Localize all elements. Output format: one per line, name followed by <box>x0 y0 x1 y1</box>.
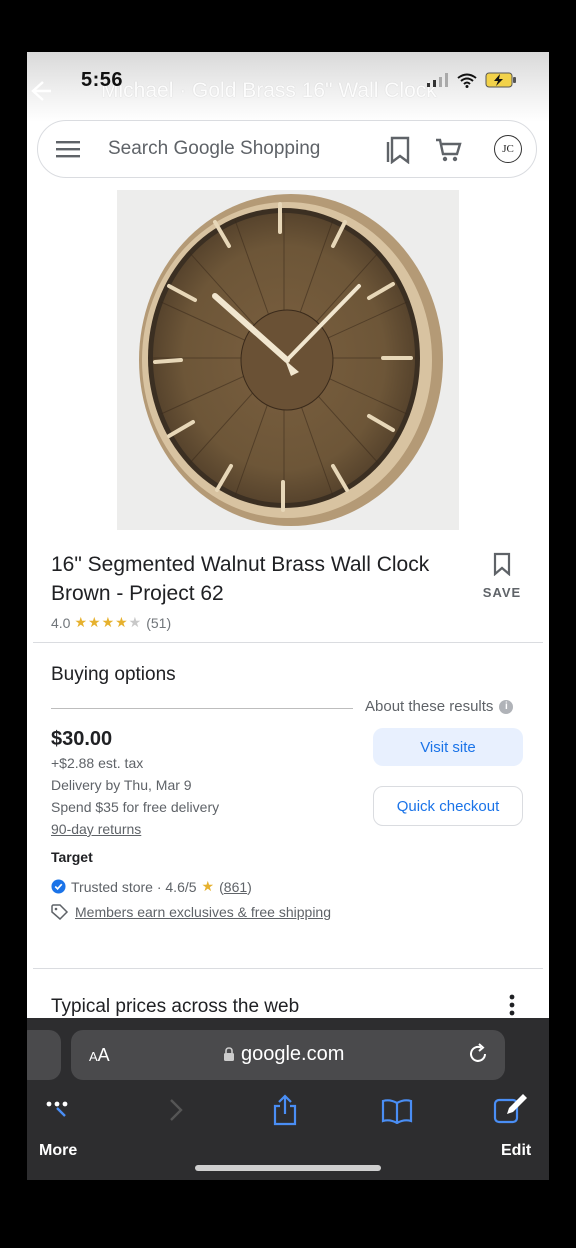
status-time: 5:56 <box>81 69 124 91</box>
visit-site-button[interactable]: Visit site <box>373 728 523 766</box>
rating-value: 4.0 <box>51 614 71 631</box>
seller-name: Target <box>51 849 93 865</box>
product-image[interactable] <box>117 190 459 530</box>
save-button[interactable]: SAVE <box>479 552 525 600</box>
browser-toolbar: AAAA google.com More <box>27 1018 549 1180</box>
free-delivery-text: Spend $35 for free delivery <box>51 799 220 815</box>
info-icon: i <box>499 699 514 714</box>
buying-options-heading: Buying options <box>51 664 176 685</box>
tag-icon <box>51 904 69 920</box>
edit-icon[interactable] <box>493 1092 529 1128</box>
home-indicator[interactable] <box>195 1165 381 1171</box>
offer-price: $30.00 <box>51 728 113 750</box>
forward-icon[interactable] <box>167 1098 185 1122</box>
members-offer-link[interactable]: Members earn exclusives & free shipping <box>75 904 331 920</box>
cellular-signal-icon <box>427 73 448 87</box>
search-input[interactable]: Search Google Shopping <box>108 138 320 160</box>
more-label[interactable]: More <box>39 1142 77 1160</box>
edit-label[interactable]: Edit <box>501 1142 531 1160</box>
wifi-icon <box>457 73 477 88</box>
back-arrow-icon[interactable] <box>27 78 53 104</box>
reload-icon[interactable] <box>467 1043 489 1065</box>
wall-clock-image <box>139 194 443 526</box>
about-results-link[interactable]: About these results i <box>365 698 514 715</box>
more-options-icon[interactable] <box>505 994 519 1016</box>
hamburger-menu-icon[interactable] <box>56 139 82 159</box>
store-review-count-link[interactable]: 861 <box>224 879 247 895</box>
delivery-text: Delivery by Thu, Mar 9 <box>51 777 192 793</box>
trusted-store-label: Trusted store · 4.6/5 <box>71 878 197 895</box>
product-title: 16" Segmented Walnut Brass Wall Clock Br… <box>51 553 430 605</box>
more-icon[interactable] <box>45 1098 75 1122</box>
tax-text: +$2.88 est. tax <box>51 755 144 771</box>
bookmarks-book-icon[interactable] <box>381 1098 413 1124</box>
rating-stars-icon: ★★★★★ <box>74 614 143 630</box>
share-icon[interactable] <box>272 1094 298 1126</box>
members-offer[interactable]: Members earn exclusives & free shipping <box>51 904 331 920</box>
save-label: SAVE <box>482 585 522 600</box>
star-icon: ★ <box>201 878 215 894</box>
verified-badge-icon <box>51 879 66 894</box>
product-rating[interactable]: 4.0 ★★★★★ (51) <box>51 614 171 631</box>
trusted-store: Trusted store · 4.6/5 ★ (861) <box>51 878 252 895</box>
bookmark-icon <box>493 552 511 577</box>
text-size-button[interactable]: AAAA <box>89 1045 110 1066</box>
saved-items-icon[interactable] <box>386 136 412 164</box>
about-results-label: About these results <box>365 698 494 715</box>
battery-charging-icon <box>485 72 516 88</box>
returns-link[interactable]: 90-day returns <box>51 821 141 837</box>
review-count: (51) <box>146 614 172 631</box>
divider <box>51 708 353 709</box>
account-avatar[interactable]: JC <box>494 135 522 163</box>
quick-checkout-button[interactable]: Quick checkout <box>373 786 523 826</box>
divider <box>33 968 543 969</box>
lock-icon <box>224 1047 234 1061</box>
page-title: Michael · Gold Brass 16" Wall Clock <box>101 79 437 102</box>
shopping-cart-icon[interactable] <box>434 136 462 164</box>
phone-screen: Michael · Gold Brass 16" Wall Clock 5:56 <box>27 52 549 1180</box>
divider <box>33 642 543 643</box>
typical-prices-heading: Typical prices across the web <box>51 996 300 1017</box>
search-bar[interactable]: Search Google Shopping JC <box>37 120 537 178</box>
url-domain: google.com <box>241 1043 345 1065</box>
address-bar[interactable]: AAAA google.com <box>71 1030 505 1080</box>
status-bar: Michael · Gold Brass 16" Wall Clock 5:56 <box>27 52 549 122</box>
previous-tab[interactable] <box>27 1030 61 1080</box>
